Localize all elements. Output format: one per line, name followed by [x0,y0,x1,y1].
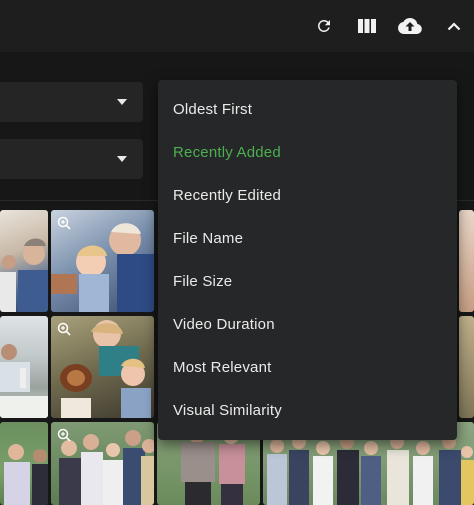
sort-option-oldest-first[interactable]: Oldest First [158,88,457,131]
view-columns-icon[interactable] [356,15,378,37]
sort-option-visual-similarity[interactable]: Visual Similarity [158,389,457,432]
caret-down-icon [117,99,127,105]
sort-option-file-size[interactable]: File Size [158,260,457,303]
sort-option-most-relevant[interactable]: Most Relevant [158,346,457,389]
top-toolbar [0,0,474,52]
refresh-icon[interactable] [313,15,335,37]
filter-select-1[interactable] [0,82,143,122]
photo-thumbnail[interactable] [0,422,48,505]
sort-option-file-name[interactable]: File Name [158,217,457,260]
sort-option-recently-added[interactable]: Recently Added [158,131,457,174]
photo-thumbnail[interactable] [0,316,48,418]
zoom-icon[interactable] [57,322,71,336]
chevron-up-icon[interactable] [443,15,465,37]
filter-select-2[interactable] [0,139,143,179]
upload-icon[interactable] [398,15,422,37]
zoom-icon[interactable] [57,216,71,230]
photo-thumbnail[interactable] [0,210,48,312]
photo-thumbnail[interactable] [459,316,474,418]
photo-thumbnail[interactable] [459,210,474,312]
zoom-icon[interactable] [57,428,71,442]
photo-thumbnail[interactable] [51,210,154,312]
sort-menu: Oldest First Recently Added Recently Edi… [158,80,457,440]
sort-option-recently-edited[interactable]: Recently Edited [158,174,457,217]
caret-down-icon [117,156,127,162]
sort-option-video-duration[interactable]: Video Duration [158,303,457,346]
photo-thumbnail[interactable] [51,422,154,505]
photo-thumbnail[interactable] [51,316,154,418]
